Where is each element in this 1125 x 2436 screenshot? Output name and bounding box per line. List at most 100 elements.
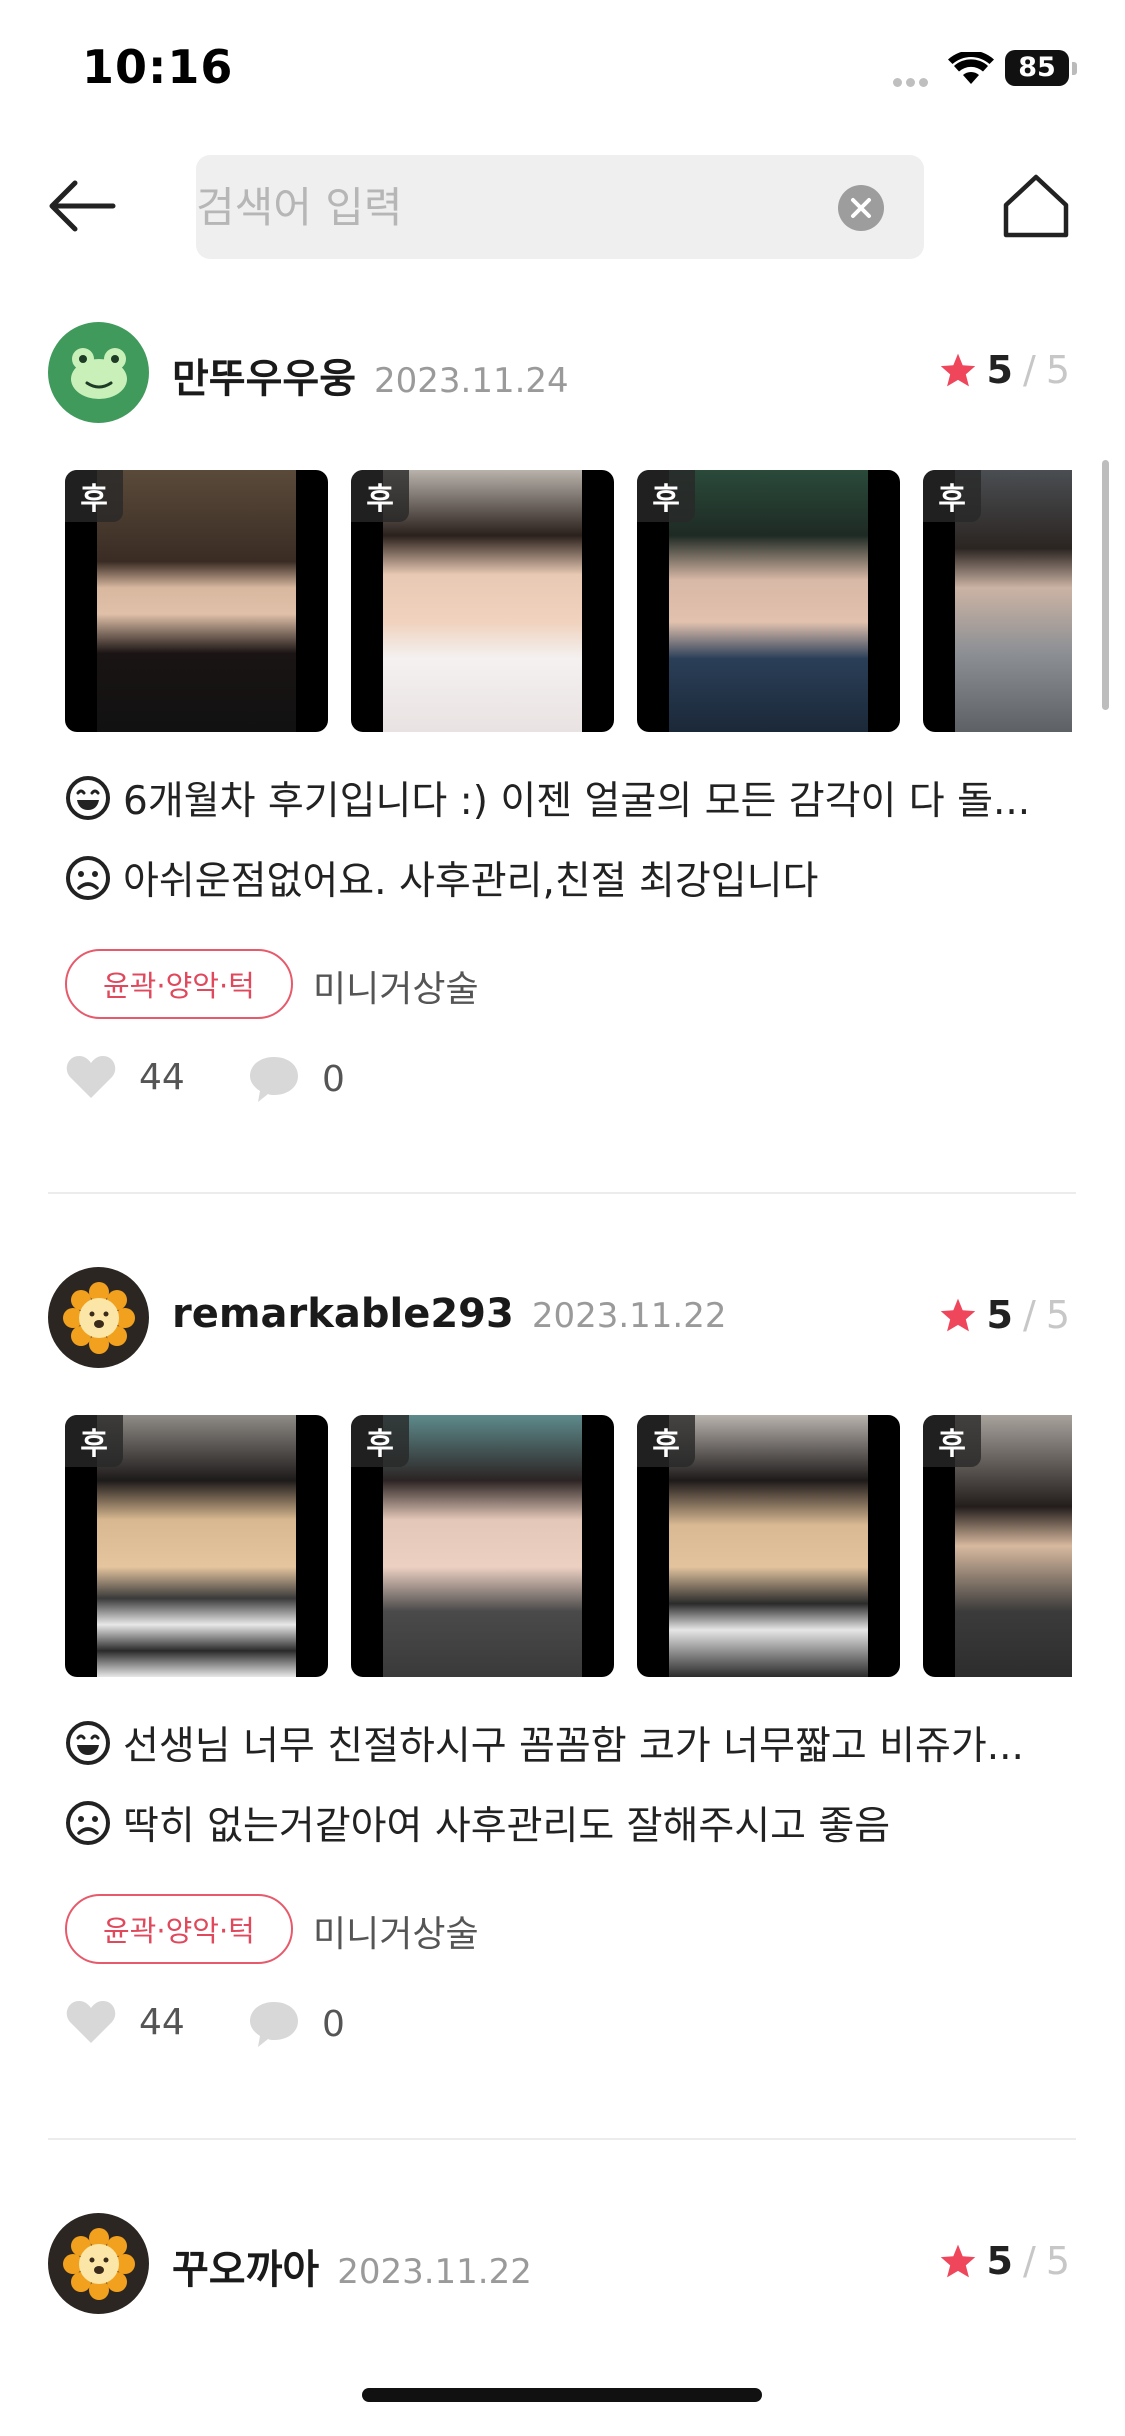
- procedure-name[interactable]: 미니거상술: [313, 960, 479, 1012]
- cellular-signal-icon: [893, 72, 941, 87]
- rating-value: 5: [986, 348, 1013, 392]
- review-actions: 44 0: [65, 1054, 665, 1114]
- after-badge: 후: [351, 470, 409, 522]
- close-icon: [851, 198, 871, 218]
- review-positive[interactable]: 6개월차 후기입니다 :) 이젠 얼굴의 모든 감각이 다 돌...: [65, 770, 1075, 826]
- arrow-left-icon: [49, 180, 116, 232]
- positive-text: 6개월차 후기입니다 :) 이젠 얼굴의 모든 감각이 다 돌...: [123, 779, 1031, 824]
- home-icon: [1003, 174, 1069, 238]
- positive-text: 선생님 너무 친절하시구 꼼꼼함 코가 너무짧고 비쥬가...: [123, 1724, 1024, 1769]
- negative-text: 딱히 없는거같아여 사후관리도 잘해주시고 좋음: [123, 1804, 891, 1849]
- review-photo[interactable]: 후: [351, 470, 614, 732]
- sad-face-icon: [66, 1801, 110, 1845]
- after-badge: 후: [65, 470, 123, 522]
- home-button[interactable]: [1000, 170, 1072, 242]
- rating-separator: /: [1023, 2239, 1036, 2283]
- review-negative[interactable]: 딱히 없는거같아여 사후관리도 잘해주시고 좋음: [65, 1795, 1075, 1851]
- star-icon: [940, 2244, 975, 2278]
- rating: 5/5: [939, 1293, 1070, 1337]
- review-actions: 44 0: [65, 1999, 665, 2059]
- rating-max: 5: [1045, 1293, 1070, 1337]
- rating: 5/5: [939, 2239, 1070, 2283]
- comment-button[interactable]: 0: [248, 1054, 345, 1104]
- frog-avatar-icon: [70, 347, 127, 399]
- review-card[interactable]: remarkable293 2023.11.22 5/5 후 후 후 후 1: [0, 1267, 1125, 2147]
- happy-face-icon: [66, 776, 110, 820]
- star-icon: [940, 353, 975, 387]
- comment-count: 0: [322, 1058, 345, 1100]
- after-badge: 후: [923, 1415, 981, 1467]
- review-photo[interactable]: 후 1: [923, 1415, 1072, 1677]
- procedure-name[interactable]: 미니거상술: [313, 1905, 479, 1957]
- review-negative[interactable]: 아쉬운점없어요. 사후관리,친절 최강입니다: [65, 850, 1075, 906]
- back-button[interactable]: [42, 168, 122, 244]
- like-button[interactable]: 44: [65, 1999, 185, 2045]
- heart-icon: [66, 2001, 116, 2043]
- search-box[interactable]: [196, 155, 924, 259]
- scrollbar[interactable]: [1102, 460, 1109, 710]
- lion-avatar-icon: [62, 2227, 135, 2300]
- status-bar: 10:16 85: [0, 0, 1125, 140]
- battery-indicator: 85: [1005, 50, 1069, 86]
- after-badge: 후: [351, 1415, 409, 1467]
- category-tag[interactable]: 윤곽·양악·턱: [65, 1894, 293, 1964]
- rating-value: 5: [986, 1293, 1013, 1337]
- top-navigation: [0, 140, 1125, 270]
- review-photo[interactable]: 후: [65, 470, 328, 732]
- after-badge: 후: [923, 470, 981, 522]
- username-text: 꾸오까아: [172, 2247, 320, 2293]
- review-photo[interactable]: 후: [351, 1415, 614, 1677]
- review-photo[interactable]: 후 1: [923, 470, 1072, 732]
- review-photo[interactable]: 후: [65, 1415, 328, 1677]
- rating-max: 5: [1045, 348, 1070, 392]
- review-photo[interactable]: 후: [637, 1415, 900, 1677]
- sad-face-icon: [66, 856, 110, 900]
- after-badge: 후: [637, 470, 695, 522]
- photo-carousel[interactable]: 후 후 후 후 1: [65, 1415, 1072, 1677]
- lion-avatar-icon: [62, 1281, 135, 1354]
- heart-icon: [66, 1056, 116, 1098]
- username[interactable]: remarkable293 2023.11.22: [172, 1291, 727, 1337]
- review-date: 2023.11.24: [374, 361, 569, 401]
- comment-count: 0: [322, 2003, 345, 2045]
- wifi-icon: [948, 52, 994, 84]
- like-button[interactable]: 44: [65, 1054, 185, 1100]
- review-photo[interactable]: 후: [637, 470, 900, 732]
- category-tag[interactable]: 윤곽·양악·턱: [65, 949, 293, 1019]
- username-text: 만뚜우우웅: [172, 356, 356, 402]
- divider: [48, 2138, 1076, 2140]
- after-badge: 후: [65, 1415, 123, 1467]
- rating-max: 5: [1045, 2239, 1070, 2283]
- happy-face-icon: [66, 1721, 110, 1765]
- avatar[interactable]: [48, 322, 149, 423]
- review-date: 2023.11.22: [337, 2252, 532, 2292]
- like-count: 44: [139, 1056, 185, 1098]
- battery-tip: [1072, 62, 1077, 75]
- review-card[interactable]: 만뚜우우웅2023.11.24 5/5 후 후 후 후 1 6개월차 후기입: [0, 322, 1125, 1202]
- speech-bubble-icon: [250, 2002, 298, 2047]
- rating-separator: /: [1023, 348, 1036, 392]
- rating-separator: /: [1023, 1293, 1036, 1337]
- star-icon: [940, 1298, 975, 1332]
- speech-bubble-icon: [250, 1057, 298, 1102]
- comment-button[interactable]: 0: [248, 1999, 345, 2049]
- search-input[interactable]: [196, 155, 836, 259]
- divider: [48, 1192, 1076, 1194]
- like-count: 44: [139, 2001, 185, 2043]
- review-card[interactable]: 꾸오까아 2023.11.22 5/5: [0, 2213, 1125, 2333]
- home-indicator[interactable]: [362, 2388, 762, 2402]
- avatar[interactable]: [48, 1267, 149, 1368]
- after-badge: 후: [637, 1415, 695, 1467]
- photo-count: 1: [923, 570, 1072, 611]
- avatar[interactable]: [48, 2213, 149, 2314]
- photo-carousel[interactable]: 후 후 후 후 1: [65, 470, 1072, 732]
- negative-text: 아쉬운점없어요. 사후관리,친절 최강입니다: [123, 859, 819, 904]
- review-date: 2023.11.22: [531, 1296, 727, 1336]
- rating: 5/5: [939, 348, 1070, 392]
- username[interactable]: 만뚜우우웅 2023.11.24: [172, 346, 569, 404]
- review-positive[interactable]: 선생님 너무 친절하시구 꼼꼼함 코가 너무짧고 비쥬가...: [65, 1715, 1075, 1771]
- rating-value: 5: [986, 2239, 1013, 2283]
- photo-count: 1: [923, 1515, 1072, 1556]
- username[interactable]: 꾸오까아 2023.11.22: [172, 2237, 532, 2295]
- clear-search-button[interactable]: [838, 185, 884, 231]
